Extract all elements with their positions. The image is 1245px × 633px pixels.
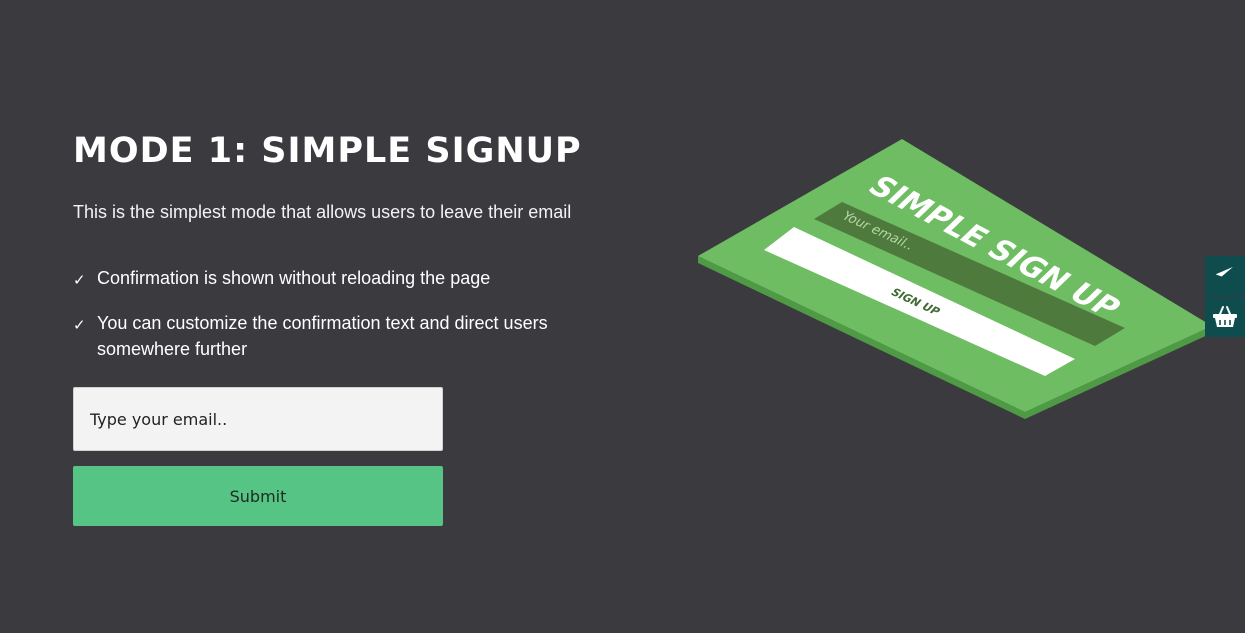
basket-button[interactable] — [1205, 296, 1245, 337]
paper-plane-icon — [1213, 264, 1237, 287]
section-subtitle: This is the simplest mode that allows us… — [73, 202, 572, 222]
send-button[interactable] — [1205, 256, 1245, 296]
feature-text: You can customize the confirmation text … — [97, 313, 548, 359]
page-title: MODE 1: SIMPLE SIGNUP — [73, 131, 582, 171]
signup-form: Submit — [73, 387, 443, 526]
check-icon: ✓ — [73, 317, 86, 334]
content-column: MODE 1: SIMPLE SIGNUP This is the simple… — [73, 128, 633, 362]
check-icon: ✓ — [73, 272, 86, 289]
side-action-bar — [1205, 256, 1245, 337]
feature-list: ✓ Confirmation is shown without reloadin… — [73, 265, 633, 362]
list-item: ✓ Confirmation is shown without reloadin… — [73, 265, 633, 294]
submit-button[interactable]: Submit — [73, 466, 443, 526]
feature-text: Confirmation is shown without reloading … — [97, 268, 491, 288]
email-input[interactable] — [73, 387, 443, 451]
basket-icon — [1213, 306, 1237, 327]
signup-illustration: SIMPLE SIGN UP Your email.. SIGN UP — [698, 139, 1212, 419]
list-item: ✓ You can customize the confirmation tex… — [73, 310, 633, 362]
